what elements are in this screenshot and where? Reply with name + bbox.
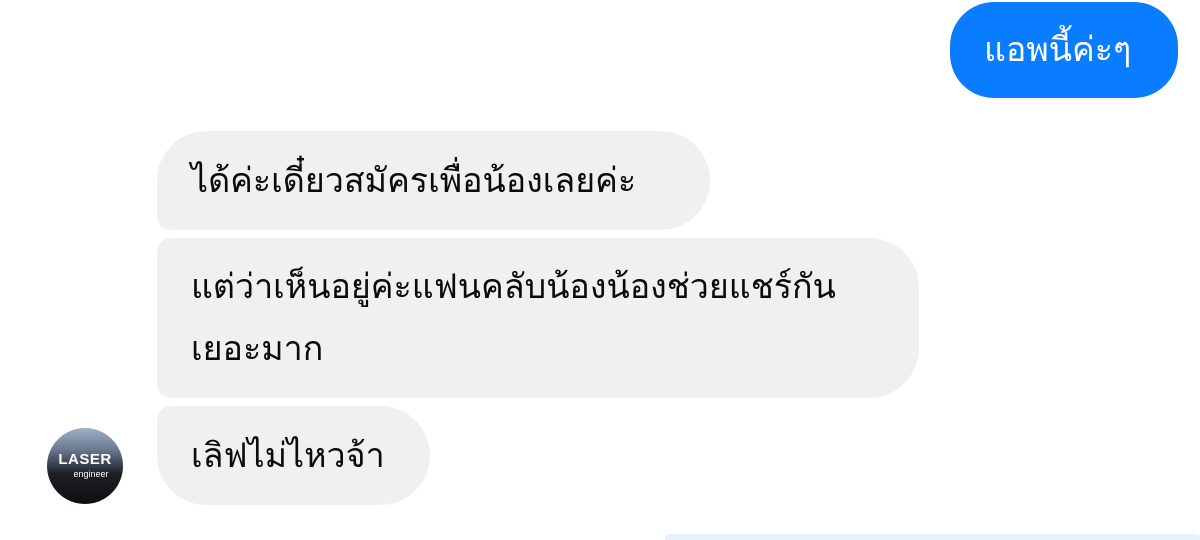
incoming-message-bubble[interactable]: เลิฟไม่ไหวจ้า: [157, 406, 430, 505]
incoming-message-bubble[interactable]: แต่ว่าเห็นอยู่ค่ะแฟนคลับน้องน้องช่วยแชร์…: [157, 238, 919, 398]
message-text: ได้ค่ะเดี๋ยวสมัครเพื่อน้องเลยค่ะ: [191, 160, 637, 201]
avatar-logo-text: LASER: [58, 451, 111, 468]
chat-thread: แอพนี้ค่ะๆ ได้ค่ะเดี๋ยวสมัครเพื่อน้องเลย…: [0, 0, 1200, 540]
outgoing-message-bubble[interactable]: แอพนี้ค่ะๆ: [950, 2, 1178, 98]
message-text: แต่ว่าเห็นอยู่ค่ะแฟนคลับน้องน้องช่วยแชร์…: [191, 267, 836, 369]
avatar-logo-subtext: engineer: [73, 469, 108, 479]
next-outgoing-message-edge: [665, 534, 1200, 540]
message-text: แอพนี้ค่ะๆ: [984, 30, 1132, 70]
laser-logo-icon: LASER engineer: [58, 451, 111, 479]
avatar[interactable]: LASER engineer: [47, 428, 123, 504]
incoming-message-bubble[interactable]: ได้ค่ะเดี๋ยวสมัครเพื่อน้องเลยค่ะ: [157, 131, 710, 230]
message-text: เลิฟไม่ไหวจ้า: [191, 435, 385, 476]
